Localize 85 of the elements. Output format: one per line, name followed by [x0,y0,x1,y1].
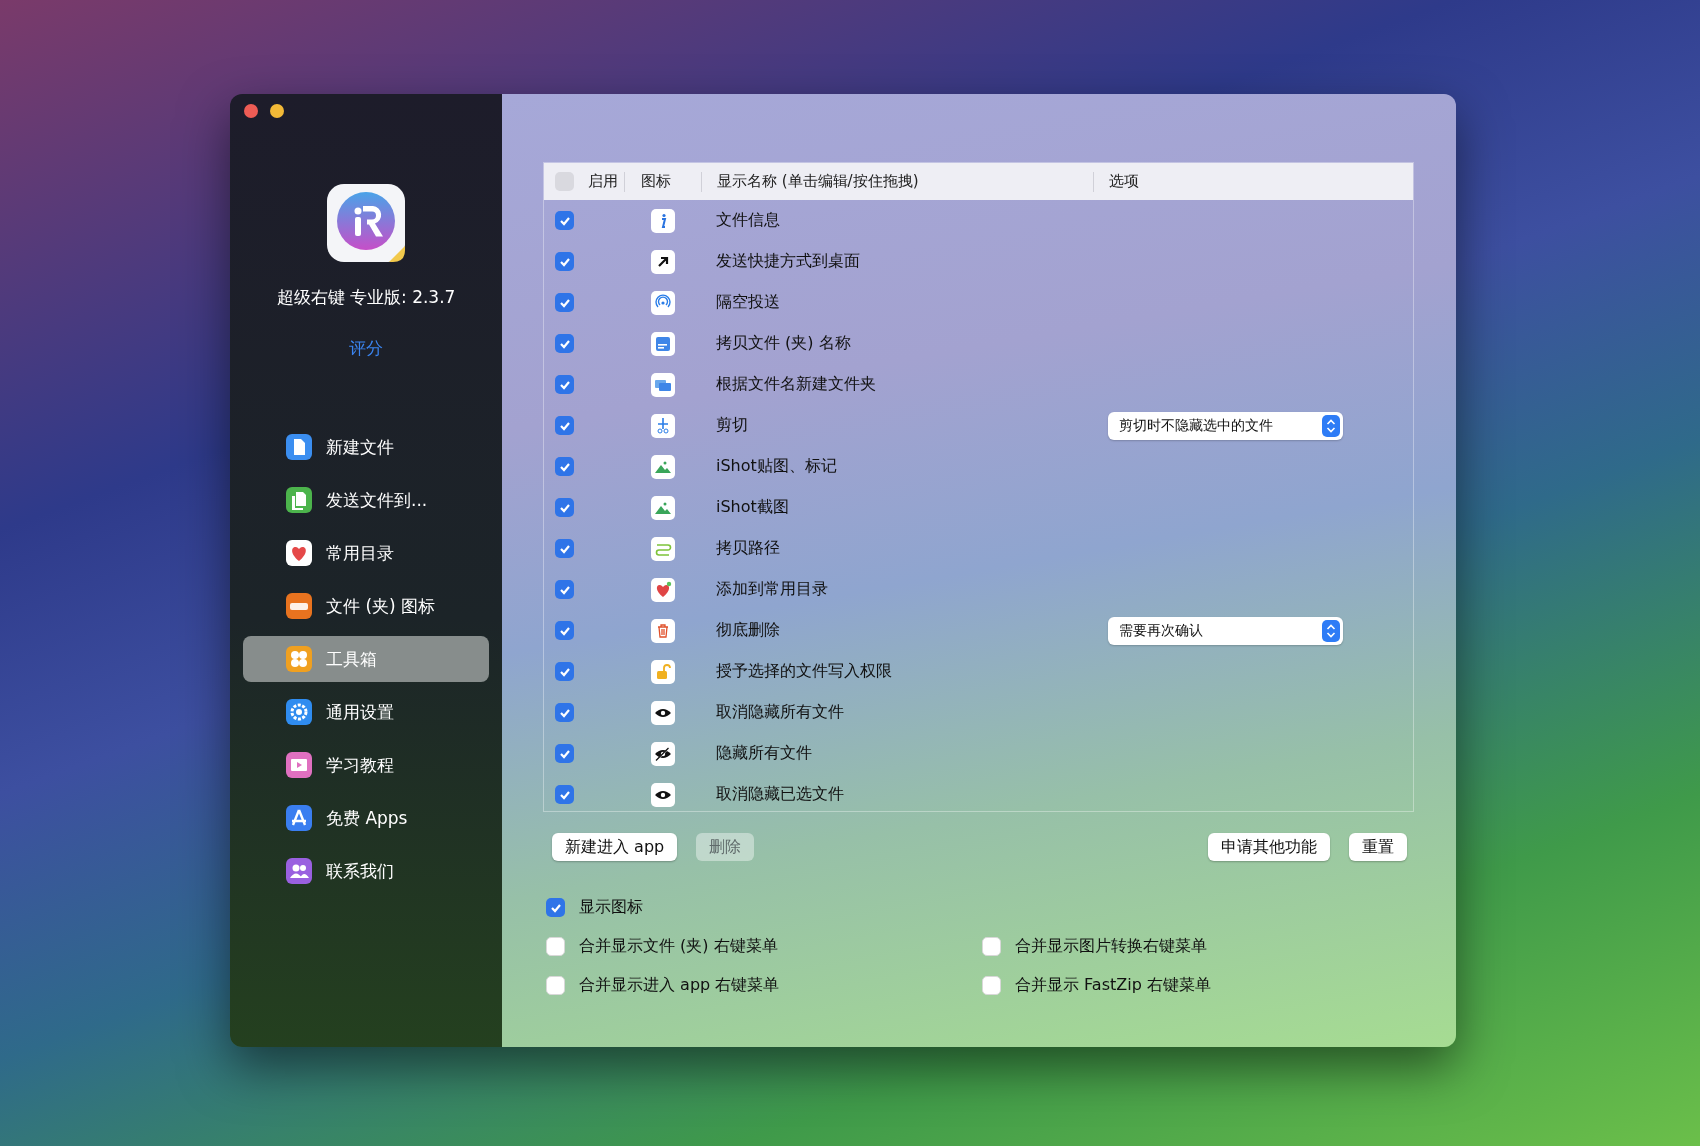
enable-checkbox[interactable] [555,662,574,681]
enable-checkbox[interactable] [555,293,574,312]
sidebar-item[interactable]: 发送文件到... [243,477,489,523]
option-label: 合并显示进入 app 右键菜单 [579,975,780,996]
enable-checkbox[interactable] [555,621,574,640]
sidebar-item[interactable]: 免费 Apps [243,795,489,841]
table-cell: 隔空投送 [716,292,780,311]
table-cell: 发送快捷方式到桌面 [716,251,860,270]
minimize-icon[interactable] [270,104,284,118]
path-icon [650,536,675,561]
eye-icon [650,782,675,807]
table-cell: 取消隐藏所有文件 [716,702,844,721]
table-cell: 取消隐藏已选文件 [716,784,844,803]
table-cell: 根据文件名新建文件夹 [716,374,876,393]
document-icon [286,434,312,460]
option-label: 合并显示图片转换右键菜单 [1015,936,1207,957]
settings-icon [286,699,312,725]
option-label: 合并显示 FastZip 右键菜单 [1015,975,1211,996]
action-button[interactable]: 新建进入 app [552,833,678,861]
enable-checkbox[interactable] [555,703,574,722]
enable-checkbox[interactable] [555,375,574,394]
card-icon [650,331,675,356]
four-petal-icon [286,646,312,672]
rate-link[interactable]: 评分 [349,337,383,360]
trash-icon [650,618,675,643]
table-cell: iShot截图 [716,497,789,516]
sidebar-item[interactable]: 新建文件 [243,424,489,470]
scissors-icon [650,413,675,438]
table-cell: 授予选择的文件写入权限 [716,661,892,680]
stepper-icon [1322,619,1340,642]
enable-checkbox[interactable] [555,498,574,517]
image-icon [650,454,675,479]
option-dropdown[interactable]: 需要再次确认 [1108,616,1343,645]
info-icon [650,208,675,233]
column-header[interactable]: 选项 [1109,172,1139,191]
table-cell: 文件信息 [716,210,780,229]
enable-checkbox[interactable] [555,785,574,804]
enable-checkbox[interactable] [555,539,574,558]
sidebar-item[interactable]: 联系我们 [243,848,489,894]
sidebar-item[interactable]: 学习教程 [243,742,489,788]
app-logo-icon [327,184,405,262]
table-cell: 拷贝路径 [716,538,780,557]
image-icon [650,495,675,520]
option-checkbox[interactable] [982,976,1001,995]
table-cell: 彻底删除 [716,620,780,639]
enable-checkbox[interactable] [555,252,574,271]
eye-icon [650,700,675,725]
option-label: 显示图标 [579,897,643,918]
table-cell: 拷贝文件 (夹) 名称 [716,333,851,352]
enable-checkbox[interactable] [555,457,574,476]
people-icon [286,858,312,884]
sidebar-item[interactable]: 常用目录 [243,530,489,576]
option-checkbox[interactable] [546,976,565,995]
enable-checkbox[interactable] [555,744,574,763]
table-cell: 剪切 [716,415,748,434]
folders-icon [650,372,675,397]
enable-checkbox[interactable] [555,211,574,230]
option-checkbox[interactable] [982,937,1001,956]
app-store-icon [286,805,312,831]
option-label: 合并显示文件 (夹) 右键菜单 [579,936,778,957]
padlock-icon [650,659,675,684]
enable-checkbox[interactable] [555,416,574,435]
action-button[interactable]: 重置 [1349,833,1407,861]
eye-slash-icon [650,741,675,766]
app-title: 超级右键 专业版: 2.3.7 [276,286,456,309]
column-header[interactable]: 显示名称 (单击编辑/按住拖拽) [717,172,919,191]
action-button[interactable]: 申请其他功能 [1208,833,1330,861]
sidebar-item[interactable]: 通用设置 [243,689,489,735]
airdrop-icon [650,290,675,315]
documents-icon [286,487,312,513]
table-cell: 隐藏所有文件 [716,743,812,762]
film-icon [286,752,312,778]
stepper-icon [1322,414,1340,437]
column-header[interactable]: 启用 [588,172,618,191]
table-cell: 添加到常用目录 [716,579,828,598]
enable-checkbox[interactable] [555,334,574,353]
table-cell: iShot贴图、标记 [716,456,837,475]
enable-checkbox[interactable] [555,580,574,599]
close-icon[interactable] [244,104,258,118]
column-header[interactable]: 图标 [641,172,671,191]
icon-badge-icon [286,593,312,619]
option-dropdown[interactable]: 剪切时不隐藏选中的文件 [1108,411,1343,440]
sidebar-item[interactable]: 文件 (夹) 图标 [243,583,489,629]
option-checkbox[interactable] [546,937,565,956]
option-checkbox[interactable] [546,898,565,917]
